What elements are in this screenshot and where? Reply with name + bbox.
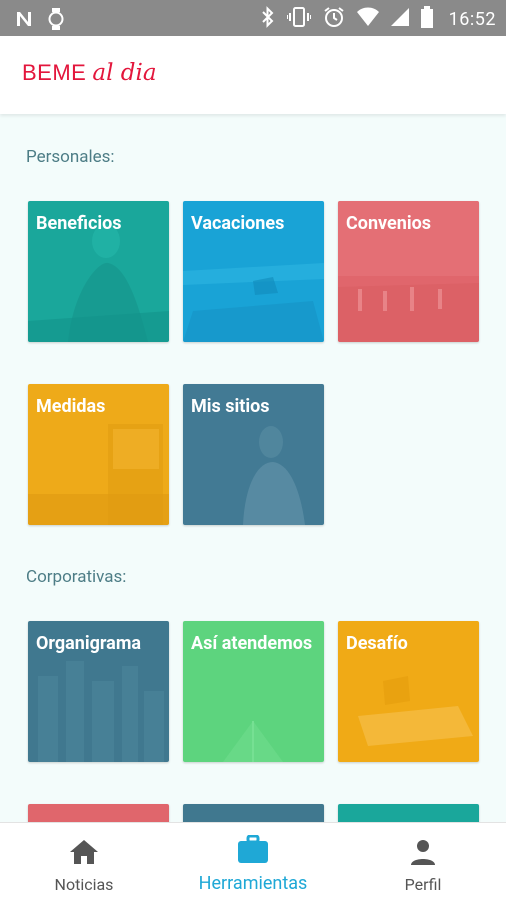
tools-content[interactable]: Personales: Beneficios Vacaciones Conven…: [0, 114, 506, 822]
nav-label: Herramientas: [198, 873, 308, 894]
battery-icon: [420, 6, 433, 32]
tile-label: Vacaciones: [191, 213, 285, 234]
tile-partial-3[interactable]: [338, 804, 479, 822]
partial-tile-fill: [183, 804, 324, 822]
tile-label: Medidas: [36, 396, 106, 417]
section-title-personales: Personales:: [26, 147, 115, 167]
tile-desafio[interactable]: Desafío: [338, 621, 479, 762]
tile-organigrama[interactable]: Organigrama: [28, 621, 169, 762]
vibrate-icon: [285, 6, 312, 32]
status-bar: 16:52: [0, 0, 506, 36]
bottom-navigation: Noticias Herramientas Perfil: [0, 822, 506, 901]
briefcase-icon: [238, 834, 268, 867]
nav-label: Noticias: [54, 875, 114, 894]
person-icon: [410, 839, 436, 869]
tile-vacaciones[interactable]: Vacaciones: [183, 201, 324, 342]
tile-label: Desafío: [346, 633, 408, 654]
nav-herramientas[interactable]: Herramientas: [188, 823, 318, 901]
wifi-icon: [356, 7, 379, 31]
brand-main-text: BEME: [22, 60, 87, 85]
section-title-corporativas: Corporativas:: [26, 567, 127, 587]
tile-mis-sitios[interactable]: Mis sitios: [183, 384, 324, 525]
brand-logo: BEME al dia: [22, 60, 157, 86]
brand-script-text: al dia: [92, 60, 157, 86]
tile-beneficios[interactable]: Beneficios: [28, 201, 169, 342]
clock: 16:52: [448, 8, 496, 30]
tile-asi-atendemos[interactable]: Así atendemos: [183, 621, 324, 762]
tile-label: Organigrama: [36, 633, 142, 654]
alarm-icon: [323, 6, 345, 32]
nav-perfil[interactable]: Perfil: [383, 823, 463, 901]
nav-label: Perfil: [404, 875, 442, 894]
nav-noticias[interactable]: Noticias: [44, 823, 124, 901]
tile-label: Convenios: [346, 213, 432, 234]
tile-partial-2[interactable]: [183, 804, 324, 822]
tile-convenios[interactable]: Convenios: [338, 201, 479, 342]
tile-medidas[interactable]: Medidas: [28, 384, 169, 525]
tile-label: Mis sitios: [191, 396, 270, 417]
watch-icon: [48, 8, 64, 34]
app-header: BEME al dia: [0, 36, 506, 114]
tile-label: Así atendemos: [191, 633, 313, 654]
tile-partial-1[interactable]: [28, 804, 169, 822]
bluetooth-icon: [261, 6, 275, 32]
tile-label: Beneficios: [36, 213, 122, 234]
partial-tile-fill: [28, 804, 169, 822]
home-icon: [69, 839, 99, 869]
partial-tile-fill: [338, 804, 479, 822]
signal-icon: [390, 8, 409, 30]
notification-n-icon: [14, 9, 34, 33]
